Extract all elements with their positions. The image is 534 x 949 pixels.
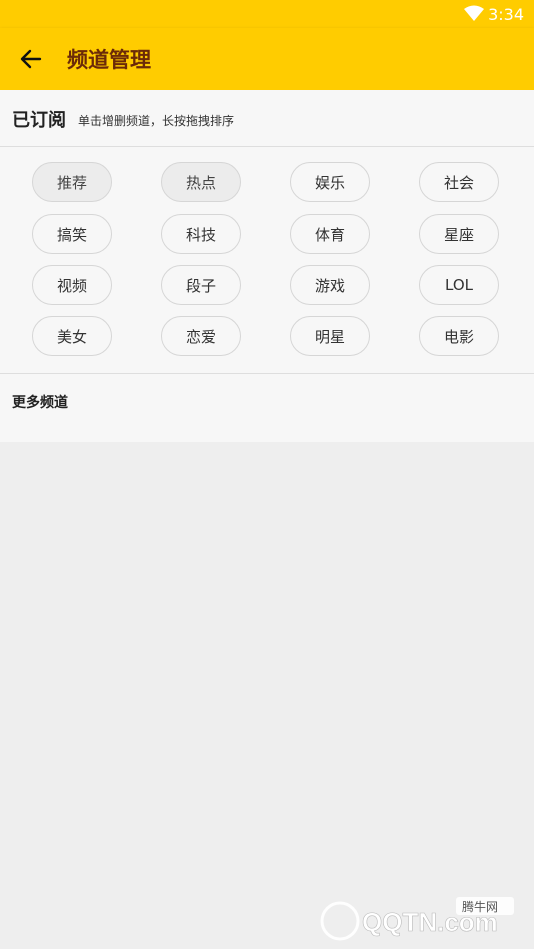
subscribed-header: 已订阅 单击增删频道，长按拖拽排序: [0, 90, 534, 147]
channel-chip[interactable]: 科技: [161, 214, 241, 254]
channel-chip[interactable]: LOL: [419, 265, 499, 305]
channel-chip[interactable]: 游戏: [290, 265, 370, 305]
channel-chip[interactable]: 社会: [419, 162, 499, 202]
channel-chip[interactable]: 推荐: [32, 162, 112, 202]
arrow-left-icon: [20, 49, 42, 69]
channel-chip[interactable]: 明星: [290, 316, 370, 356]
channel-chip[interactable]: 美女: [32, 316, 112, 356]
channel-chip[interactable]: 恋爱: [161, 316, 241, 356]
subscribed-heading: 已订阅: [12, 110, 66, 131]
wifi-icon: [464, 5, 484, 25]
channel-chip[interactable]: 电影: [419, 316, 499, 356]
channel-chip[interactable]: 视频: [32, 265, 112, 305]
channel-chip[interactable]: 段子: [161, 265, 241, 305]
channel-chip[interactable]: 体育: [290, 214, 370, 254]
more-channels-heading: 更多频道: [12, 395, 68, 411]
status-bar: 3:34: [0, 0, 534, 28]
page-title: 频道管理: [67, 48, 151, 72]
subscribed-channel-grid: 推荐 热点 娱乐 社会 搞笑 科技 体育 星座 视频 段子 游戏 LOL 美女 …: [0, 147, 534, 374]
app-toolbar: 频道管理: [0, 28, 534, 90]
svg-text:腾牛网: 腾牛网: [462, 899, 498, 914]
channel-chip[interactable]: 搞笑: [32, 214, 112, 254]
back-button[interactable]: [12, 40, 50, 78]
channel-chip[interactable]: 星座: [419, 214, 499, 254]
channel-chip[interactable]: 娱乐: [290, 162, 370, 202]
watermark-logo: QQTN.com 腾牛网: [316, 895, 526, 943]
status-time: 3:34: [488, 5, 524, 24]
subscribed-hint: 单击增删频道，长按拖拽排序: [78, 114, 235, 128]
channel-chip[interactable]: 热点: [161, 162, 241, 202]
channel-panel: 已订阅 单击增删频道，长按拖拽排序 推荐 热点 娱乐 社会 搞笑 科技 体育 星…: [0, 90, 534, 442]
